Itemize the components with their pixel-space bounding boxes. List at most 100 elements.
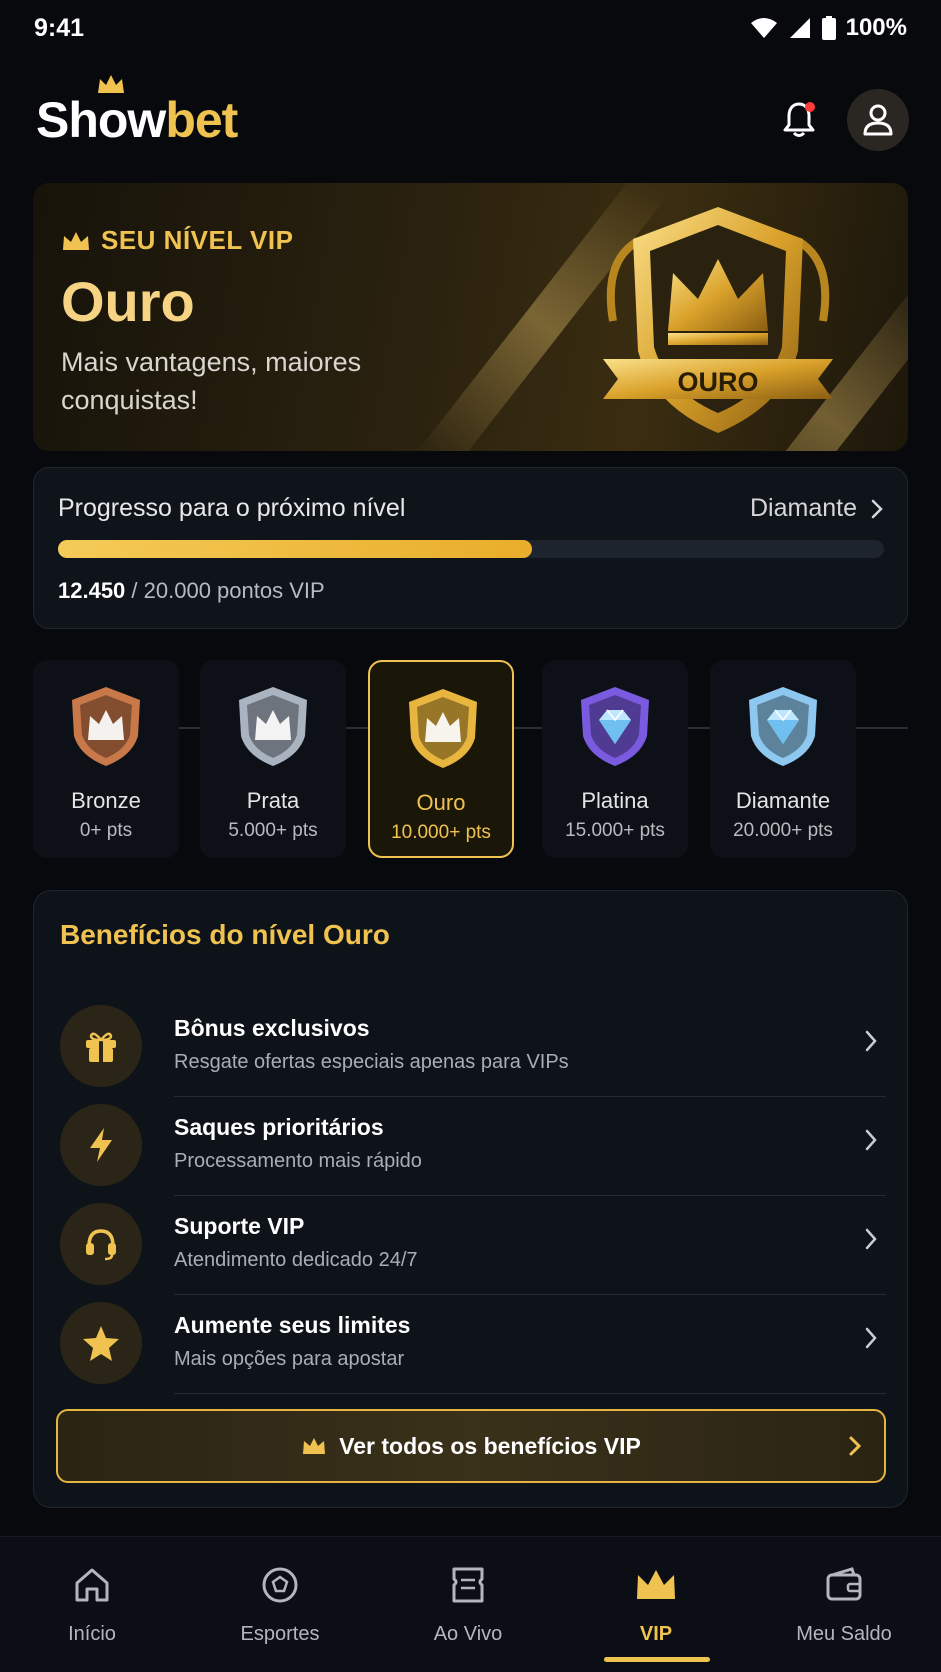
nav-label: Esportes [240, 1623, 320, 1645]
vip-level-hero: SEU NÍVEL VIP Ouro Mais vantagens, maior… [33, 183, 908, 451]
nav-item-meu-saldo[interactable]: Meu Saldo [750, 1537, 938, 1672]
tier-name: Ouro [416, 790, 466, 815]
tier-points: 5.000+ pts [228, 820, 318, 841]
tier-points: 20.000+ pts [733, 820, 833, 841]
headset-icon [60, 1203, 142, 1285]
battery-icon [821, 16, 836, 40]
logo-text-gold: bet [165, 92, 238, 148]
tier-card-bronze[interactable]: Bronze 0+ pts [33, 660, 179, 858]
wifi-icon [750, 18, 777, 38]
tier-card-prata[interactable]: Prata 5.000+ pts [200, 660, 346, 858]
chevron-right-icon [865, 1030, 877, 1052]
view-all-benefits-label: Ver todos os benefícios VIP [339, 1432, 641, 1459]
crown-badge-icon [72, 687, 140, 766]
vip-level-subtitle: Mais vantagens, maiores conquistas! [61, 347, 362, 415]
progress-total-points: / 20.000 pontos VIP [125, 578, 325, 603]
benefits-title: Benefícios do nível Ouro [60, 919, 390, 950]
next-level-name: Diamante [750, 494, 857, 522]
nav-active-indicator [604, 1657, 710, 1662]
crown-icon [303, 1438, 326, 1454]
showbet-logo[interactable]: Showbet [36, 75, 238, 149]
progress-points: 12.450 / 20.000 pontos VIP [58, 578, 325, 604]
crown-badge-icon [239, 687, 307, 766]
vip-tiers-row: Bronze 0+ pts Prata 5.000+ pts Ouro 10.000+ p… [0, 660, 941, 860]
ticket-icon [444, 1561, 492, 1609]
progress-title: Progresso para o próximo nível [58, 494, 406, 522]
header-actions [775, 89, 909, 151]
benefit-row[interactable]: Suporte VIP Atendimento dedicado 24/7 [60, 1189, 886, 1295]
crown-badge-icon [409, 689, 477, 768]
benefits-card: Benefícios do nível Ouro Bônus exclusivo… [33, 890, 908, 1508]
bottom-navigation: Início Esportes Ao Vivo VIP Meu Saldo [0, 1536, 941, 1672]
battery-percent: 100% [845, 14, 907, 41]
chevron-right-icon [865, 1228, 877, 1250]
benefit-title: Bônus exclusivos [174, 1015, 370, 1041]
progress-bar [58, 540, 884, 558]
crown-icon [63, 231, 89, 250]
tier-name: Prata [246, 788, 300, 813]
tier-points: 15.000+ pts [565, 820, 665, 841]
next-level-link[interactable]: Diamante [750, 494, 883, 523]
nav-item-vip[interactable]: VIP [562, 1537, 750, 1672]
benefit-title: Suporte VIP [174, 1213, 305, 1239]
benefit-description: Atendimento dedicado 24/7 [174, 1249, 418, 1271]
chevron-right-icon [849, 1436, 862, 1456]
lightning-icon [60, 1104, 142, 1186]
diamond-badge-icon [581, 687, 649, 766]
benefit-row[interactable]: Bônus exclusivos Resgate ofertas especiai… [60, 991, 886, 1097]
benefit-title: Aumente seus limites [174, 1312, 411, 1338]
chevron-right-icon [865, 1327, 877, 1349]
benefit-title: Saques prioritários [174, 1114, 384, 1140]
logo-text-white: Show [36, 92, 166, 148]
tier-name: Bronze [71, 788, 141, 813]
benefit-row[interactable]: Aumente seus limites Mais opções para apo… [60, 1288, 886, 1394]
user-icon [863, 104, 893, 136]
star-icon [60, 1302, 142, 1384]
ball-icon [256, 1561, 304, 1609]
notification-dot [805, 102, 815, 112]
vip-level-title: Ouro [61, 270, 195, 333]
benefit-description: Resgate ofertas especiais apenas para VI… [174, 1051, 569, 1073]
home-icon [68, 1561, 116, 1609]
chevron-right-icon [871, 499, 883, 518]
tier-card-diamante[interactable]: Diamante 20.000+ pts [710, 660, 856, 858]
gold-shield-badge-icon: OURO [603, 207, 833, 433]
view-all-benefits-button[interactable]: Ver todos os benefícios VIP [56, 1409, 886, 1483]
chevron-right-icon [865, 1129, 877, 1151]
nav-label: Início [68, 1623, 116, 1645]
divider [174, 1393, 886, 1394]
crown-icon [632, 1561, 680, 1609]
wallet-icon [820, 1561, 868, 1609]
gift-icon [60, 1005, 142, 1087]
tier-card-ouro[interactable]: Ouro 10.000+ pts [368, 660, 514, 858]
logo-crown-icon [98, 75, 124, 93]
tier-points: 10.000+ pts [391, 822, 491, 843]
nav-label: Ao Vivo [433, 1623, 503, 1645]
tier-card-platina[interactable]: Platina 15.000+ pts [542, 660, 688, 858]
diamond-badge-icon [749, 687, 817, 766]
benefit-description: Processamento mais rápido [174, 1150, 422, 1172]
nav-item-ao-vivo[interactable]: Ao Vivo [374, 1537, 562, 1672]
status-bar: 9:41 100% [0, 0, 941, 56]
tier-name: Diamante [735, 788, 831, 813]
status-time: 9:41 [34, 13, 85, 42]
hero-badge-label: OURO [678, 367, 759, 397]
notifications-button[interactable] [775, 96, 823, 144]
progress-current-points: 12.450 [58, 578, 126, 603]
app-header: Showbet [0, 70, 941, 170]
benefit-row[interactable]: Saques prioritários Processamento mais rá… [60, 1090, 886, 1196]
tier-name: Platina [581, 788, 649, 813]
nav-item-esportes[interactable]: Esportes [186, 1537, 374, 1672]
tier-points: 0+ pts [79, 820, 133, 841]
nav-item-início[interactable]: Início [0, 1537, 186, 1672]
progress-bar-fill [58, 540, 532, 558]
nav-label: VIP [639, 1623, 673, 1645]
benefit-description: Mais opções para apostar [174, 1348, 405, 1370]
profile-avatar-button[interactable] [847, 89, 909, 151]
status-indicators: 100% [750, 14, 907, 42]
nav-label: Meu Saldo [796, 1623, 892, 1645]
hero-eyebrow: SEU NÍVEL VIP [61, 225, 293, 256]
signal-icon [789, 18, 810, 38]
hero-eyebrow-text: SEU NÍVEL VIP [101, 225, 294, 255]
level-progress-card[interactable]: Progresso para o próximo nível Diamante … [33, 467, 908, 629]
